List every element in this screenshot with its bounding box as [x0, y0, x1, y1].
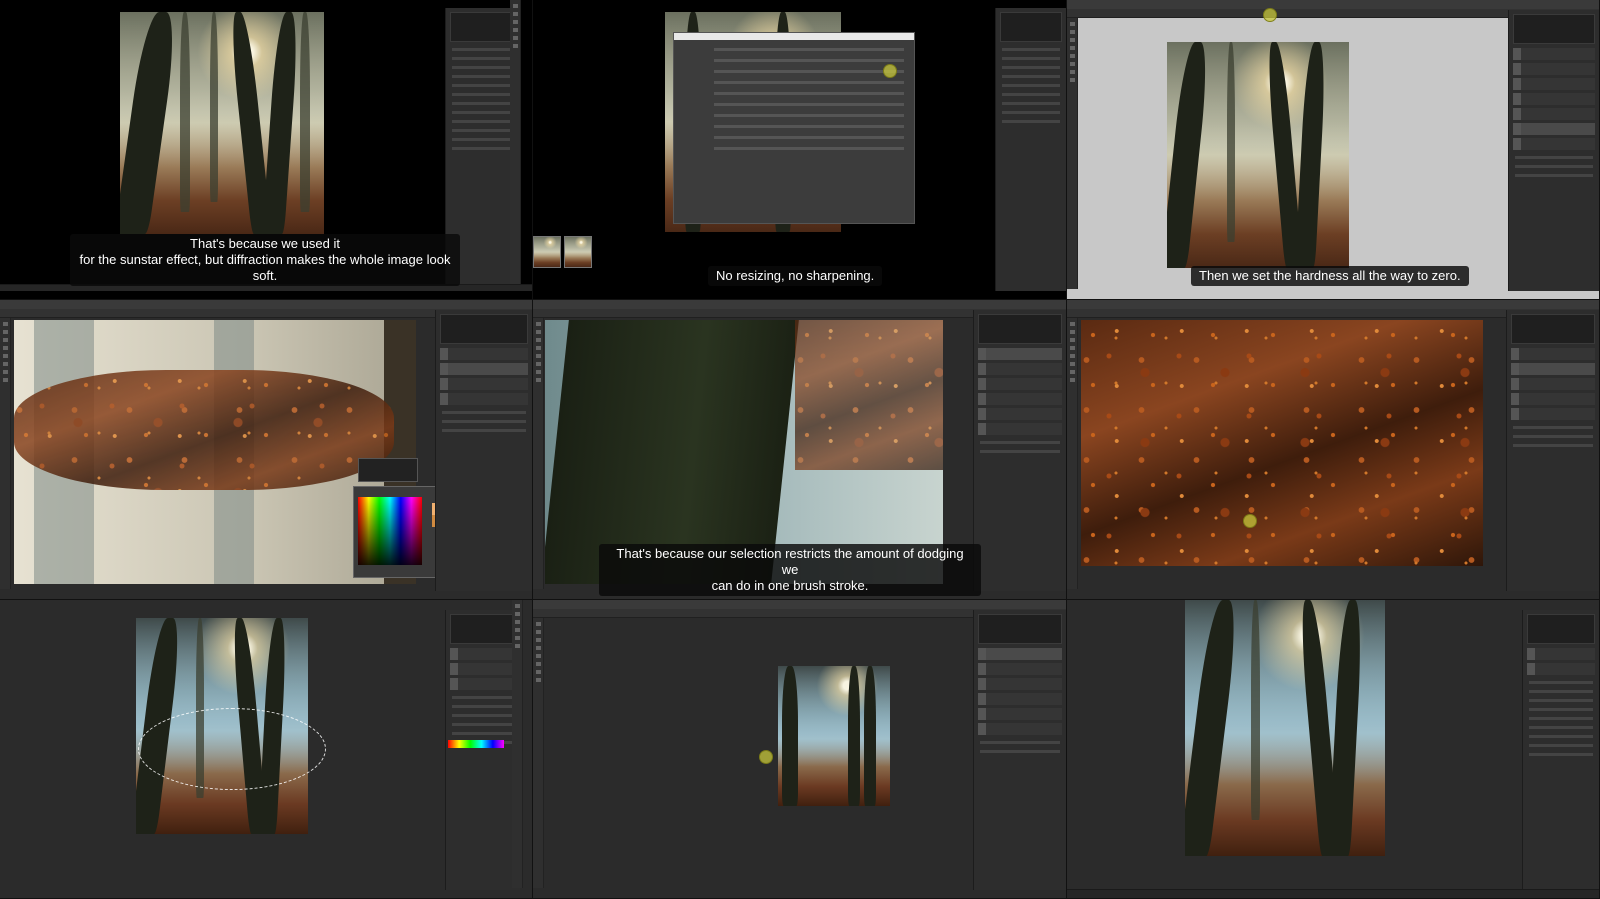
forest-photo — [778, 666, 890, 806]
subtitle-caption: That's because we used it for the sunsta… — [70, 234, 460, 286]
tool-strip[interactable] — [533, 318, 544, 589]
cursor-indicator-icon — [1263, 8, 1277, 22]
forest-photo — [120, 12, 324, 234]
histogram — [450, 614, 516, 644]
histogram — [978, 614, 1062, 644]
hue-slider[interactable] — [448, 740, 504, 748]
panel-3: Then we set the hardness all the way to … — [1067, 0, 1600, 300]
layers-panel[interactable] — [1506, 310, 1599, 591]
tool-icon[interactable] — [535, 322, 541, 326]
thumbnail[interactable] — [533, 236, 561, 268]
adjustments-panel[interactable] — [995, 8, 1066, 291]
dialog-title-bar — [674, 33, 914, 40]
tool-icon[interactable] — [512, 4, 518, 8]
subtitle-caption: No resizing, no sharpening. — [708, 266, 883, 286]
thumbnail[interactable] — [564, 236, 592, 268]
histogram — [978, 314, 1062, 344]
properties-panel[interactable] — [445, 610, 520, 890]
subtitle-caption: Then we set the hardness all the way to … — [1191, 266, 1469, 286]
histogram — [440, 314, 528, 344]
histogram — [1513, 14, 1595, 44]
cursor-indicator-icon — [759, 750, 773, 764]
tool-strip[interactable] — [533, 618, 544, 888]
tool-strip[interactable] — [1067, 318, 1078, 589]
tool-strip[interactable] — [510, 0, 521, 289]
tool-strip[interactable] — [1067, 18, 1078, 289]
layers-panel[interactable] — [973, 610, 1066, 890]
status-bar — [1067, 889, 1599, 898]
histogram — [1527, 614, 1595, 644]
tool-icon[interactable] — [514, 604, 520, 608]
tool-icon[interactable] — [1069, 22, 1075, 26]
tutorial-collage: That's because we used it for the sunsta… — [0, 0, 1600, 899]
subtitle-caption: That's because our selection restricts t… — [599, 544, 981, 596]
forest-photo — [1167, 42, 1349, 268]
layers-panel[interactable] — [973, 310, 1066, 591]
export-dialog[interactable] — [673, 32, 915, 224]
panel-6 — [1067, 300, 1600, 600]
histogram — [450, 12, 516, 42]
cursor-indicator-icon — [1243, 514, 1257, 528]
layers-panel[interactable] — [1508, 10, 1599, 291]
color-field[interactable] — [358, 497, 422, 565]
tool-icon[interactable] — [1069, 322, 1075, 326]
leaf-litter-closeup — [1081, 320, 1483, 566]
panel-8 — [533, 600, 1067, 899]
histogram — [1000, 12, 1062, 42]
cursor-indicator-icon — [883, 64, 897, 78]
panel-5: That's because our selection restricts t… — [533, 300, 1067, 600]
properties-panel[interactable] — [1522, 610, 1599, 890]
histogram — [1511, 314, 1595, 344]
panel-1: That's because we used it for the sunsta… — [0, 0, 533, 300]
panel-9 — [1067, 600, 1600, 899]
panel-2: No resizing, no sharpening. — [533, 0, 1067, 300]
layers-panel[interactable] — [435, 310, 532, 591]
forest-photo — [1185, 600, 1385, 856]
panel-4 — [0, 300, 533, 600]
brush-preset-popup[interactable] — [358, 458, 418, 482]
tool-icon[interactable] — [535, 622, 541, 626]
tool-strip[interactable] — [0, 318, 11, 589]
filmstrip[interactable] — [533, 236, 592, 268]
panel-7 — [0, 600, 533, 899]
tool-icon[interactable] — [2, 322, 8, 326]
elliptical-selection[interactable] — [138, 708, 326, 790]
tool-strip[interactable] — [512, 600, 523, 888]
